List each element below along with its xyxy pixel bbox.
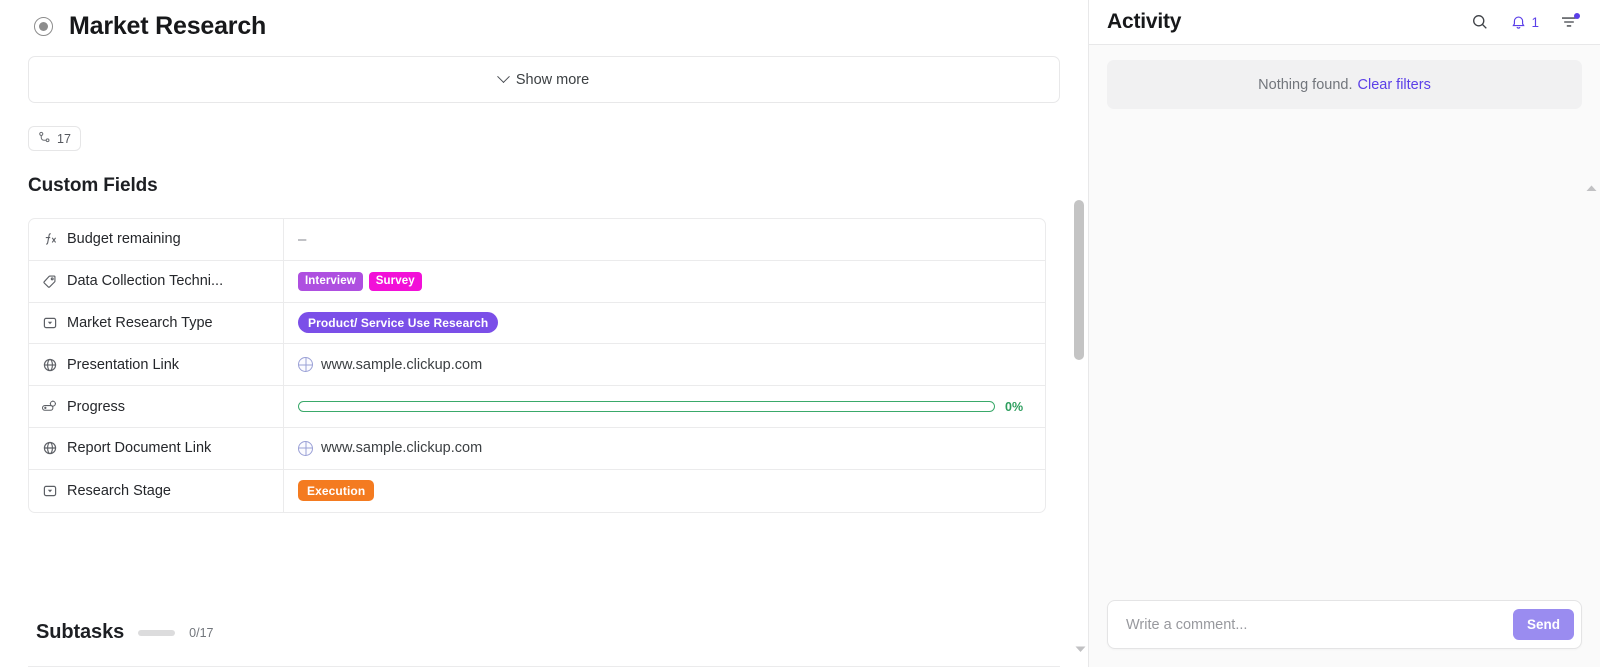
show-more-button[interactable]: Show more [28,56,1060,103]
field-value-cell[interactable]: www.sample.clickup.com [284,344,1045,385]
field-value-cell[interactable]: Execution [284,470,1045,512]
task-header: Market Research [28,0,1060,52]
empty-state-message: Nothing found. [1258,76,1353,93]
table-row[interactable]: Budget remaining – [29,219,1045,261]
clear-filters-link[interactable]: Clear filters [1358,77,1431,93]
activity-panel: Activity 1 Nothing found. Clear filters … [1088,0,1600,667]
table-row[interactable]: Progress 0% [29,386,1045,428]
field-label: Progress [67,398,126,415]
subtasks-header[interactable]: Subtasks 0/17 [36,621,213,644]
field-label: Budget remaining [67,231,181,248]
tag-icon [41,273,58,290]
website-favicon-icon [298,357,313,373]
comment-input[interactable] [1126,616,1513,633]
scroll-up-arrow-icon[interactable] [1586,185,1597,192]
field-label: Report Document Link [67,440,212,457]
link-url[interactable]: www.sample.clickup.com [321,440,482,456]
dropdown-icon [41,314,58,331]
search-icon[interactable] [1471,13,1489,31]
field-label: Research Stage [67,482,171,499]
subtask-count-badge[interactable]: 17 [28,126,81,151]
globe-icon [41,440,58,457]
subtasks-progress-bar [138,629,176,636]
link-url[interactable]: www.sample.clickup.com [321,357,482,373]
main-scrollbar[interactable] [1074,200,1084,360]
progress-percent-label: 0% [1005,399,1024,414]
send-button[interactable]: Send [1512,609,1574,640]
activity-title: Activity [1107,10,1182,33]
show-more-label: Show more [515,71,590,88]
page-title: Market Research [69,11,267,40]
table-row[interactable]: Research Stage Execution [29,469,1045,512]
empty-value: – [298,230,307,248]
table-row[interactable]: Data Collection Techni... Interview Surv… [29,260,1045,303]
notification-count: 1 [1531,14,1539,30]
dropdown-value-pill[interactable]: Product/ Service Use Research [298,312,499,334]
filter-active-dot [1574,13,1580,19]
progress-icon [41,398,58,415]
subtask-count: 17 [57,131,71,146]
status-badge[interactable]: Execution [298,480,375,502]
chevron-down-icon [496,70,510,84]
task-detail-page: Market Research Show more 17 Custom Fiel… [0,0,1600,667]
field-label: Market Research Type [67,314,213,331]
tag-pill[interactable]: Interview [298,271,363,291]
formula-icon [41,231,58,248]
field-label-cell: Data Collection Techni... [29,260,284,302]
status-circle-icon[interactable] [34,16,53,36]
filter-icon[interactable] [1560,13,1580,29]
table-row[interactable]: Market Research Type Product/ Service Us… [29,302,1045,345]
tag-pill[interactable]: Survey [368,271,422,291]
custom-fields-heading: Custom Fields [28,175,158,196]
dropdown-icon [41,482,58,499]
activity-body: Nothing found. Clear filters [1089,45,1600,600]
field-value-cell[interactable]: Product/ Service Use Research [284,303,1045,344]
custom-fields-table: Budget remaining – Data Collection Techn… [28,218,1046,513]
scroll-down-arrow-icon[interactable] [1073,644,1087,654]
field-label-cell: Progress [29,386,284,427]
subtasks-count: 0/17 [189,625,214,640]
field-label: Data Collection Techni... [67,273,224,290]
subtasks-title: Subtasks [36,621,125,643]
field-label: Presentation Link [67,356,180,373]
field-value-cell[interactable]: – [284,219,1045,260]
field-label-cell: Budget remaining [29,219,284,260]
field-value-cell[interactable]: Interview Survey [284,261,1045,302]
activity-header: Activity 1 [1089,0,1600,45]
notifications-bell-icon[interactable]: 1 [1510,14,1539,31]
subtask-branch-icon [38,131,51,147]
table-row[interactable]: Report Document Link www.sample.clickup.… [29,427,1045,470]
main-panel: Market Research Show more 17 Custom Fiel… [0,0,1088,667]
comment-box[interactable]: Send [1107,600,1582,649]
field-value-cell[interactable]: www.sample.clickup.com [284,428,1045,469]
comment-area: Send [1089,600,1600,667]
website-favicon-icon [298,440,313,456]
field-label-cell: Market Research Type [29,302,284,344]
progress-bar[interactable] [298,401,995,413]
empty-state: Nothing found. Clear filters [1107,60,1582,109]
globe-icon [41,356,58,373]
field-label-cell: Research Stage [29,469,284,512]
field-label-cell: Presentation Link [29,344,284,386]
field-value-cell[interactable]: 0% [284,386,1045,427]
table-row[interactable]: Presentation Link www.sample.clickup.com [29,344,1045,387]
field-label-cell: Report Document Link [29,427,284,469]
